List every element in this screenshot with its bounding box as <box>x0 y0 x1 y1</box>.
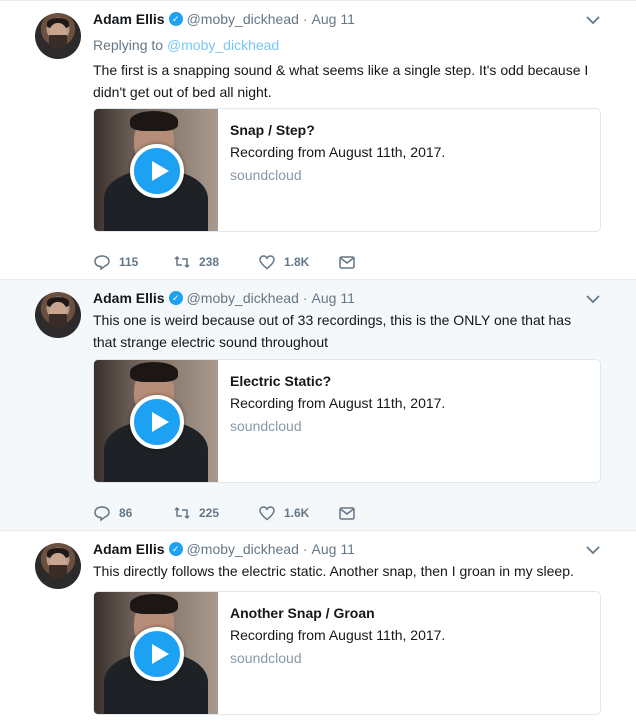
caret-down-icon[interactable] <box>586 15 600 25</box>
direct-message-button[interactable] <box>338 253 364 271</box>
media-card[interactable]: Another Snap / Groan Recording from Augu… <box>93 591 601 715</box>
author-name[interactable]: Adam Ellis <box>93 290 165 306</box>
tweet-header: Adam Ellis ✓ @moby_dickhead · Aug 11 <box>93 541 355 557</box>
reply-icon <box>94 506 110 522</box>
retweet-icon <box>174 255 190 269</box>
caret-down-icon[interactable] <box>586 545 600 555</box>
verified-badge-icon: ✓ <box>168 12 183 26</box>
retweet-button[interactable]: 225 <box>173 504 258 522</box>
heart-icon <box>259 255 275 270</box>
reply-count: 86 <box>119 506 133 520</box>
reply-button[interactable]: 115 <box>93 253 173 271</box>
avatar[interactable] <box>35 13 81 59</box>
author-handle[interactable]: @moby_dickhead <box>187 11 299 27</box>
replying-to: Replying to @moby_dickhead <box>93 37 279 53</box>
reply-button[interactable]: 86 <box>93 504 173 522</box>
card-title: Another Snap / Groan <box>230 605 375 621</box>
media-card[interactable]: Electric Static? Recording from August 1… <box>93 359 601 483</box>
replying-handle[interactable]: @moby_dickhead <box>167 37 279 53</box>
tweet-actions: 86 225 1.6K <box>93 503 364 523</box>
tweet-actions: 115 238 1.8K <box>93 252 364 272</box>
retweet-button[interactable]: 238 <box>173 253 258 271</box>
tweet-header: Adam Ellis ✓ @moby_dickhead · Aug 11 <box>93 290 355 306</box>
reply-icon <box>94 255 110 271</box>
retweet-count: 238 <box>199 255 220 269</box>
card-description: Recording from August 11th, 2017. <box>230 395 446 411</box>
direct-message-icon <box>339 256 355 269</box>
card-thumbnail <box>94 360 218 482</box>
card-domain: soundcloud <box>230 418 302 434</box>
card-domain: soundcloud <box>230 650 302 666</box>
like-count: 1.8K <box>284 255 310 269</box>
card-description: Recording from August 11th, 2017. <box>230 144 446 160</box>
verified-badge-icon: ✓ <box>168 542 183 556</box>
avatar[interactable] <box>35 292 81 338</box>
author-name[interactable]: Adam Ellis <box>93 11 165 27</box>
tweet-text: The first is a snapping sound & what see… <box>93 62 589 100</box>
caret-down-icon[interactable] <box>586 294 600 304</box>
direct-message-button[interactable] <box>338 504 364 522</box>
tweet-text: This one is weird because out of 33 reco… <box>93 312 572 350</box>
tweet-text: This directly follows the electric stati… <box>93 563 574 579</box>
separator: · <box>302 11 308 27</box>
card-description: Recording from August 11th, 2017. <box>230 627 446 643</box>
separator: · <box>302 541 308 557</box>
tweet-date[interactable]: Aug 11 <box>312 290 355 306</box>
like-button[interactable]: 1.8K <box>258 253 338 271</box>
play-icon[interactable] <box>130 627 184 681</box>
separator: · <box>302 290 308 306</box>
verified-badge-icon: ✓ <box>168 291 183 305</box>
media-card[interactable]: Snap / Step? Recording from August 11th,… <box>93 108 601 232</box>
card-title: Electric Static? <box>230 373 332 389</box>
tweet-date[interactable]: Aug 11 <box>312 541 355 557</box>
card-title: Snap / Step? <box>230 122 315 138</box>
retweet-icon <box>174 506 190 520</box>
tweet-header: Adam Ellis ✓ @moby_dickhead · Aug 11 <box>93 11 355 27</box>
reply-count: 115 <box>119 255 139 269</box>
play-icon[interactable] <box>130 144 184 198</box>
card-thumbnail <box>94 109 218 231</box>
play-icon[interactable] <box>130 395 184 449</box>
tweet[interactable]: Adam Ellis ✓ @moby_dickhead · Aug 11 Thi… <box>0 531 636 723</box>
tweet-date[interactable]: Aug 11 <box>312 11 355 27</box>
tweet[interactable]: Adam Ellis ✓ @moby_dickhead · Aug 11 Rep… <box>0 0 636 280</box>
card-thumbnail <box>94 592 218 714</box>
replying-label: Replying to <box>93 37 164 53</box>
card-domain: soundcloud <box>230 167 302 183</box>
author-handle[interactable]: @moby_dickhead <box>187 541 299 557</box>
heart-icon <box>259 506 275 521</box>
direct-message-icon <box>339 507 355 520</box>
avatar[interactable] <box>35 543 81 589</box>
like-button[interactable]: 1.6K <box>258 504 338 522</box>
retweet-count: 225 <box>199 506 220 520</box>
author-handle[interactable]: @moby_dickhead <box>187 290 299 306</box>
like-count: 1.6K <box>284 506 310 520</box>
tweet[interactable]: Adam Ellis ✓ @moby_dickhead · Aug 11 Thi… <box>0 280 636 531</box>
author-name[interactable]: Adam Ellis <box>93 541 165 557</box>
